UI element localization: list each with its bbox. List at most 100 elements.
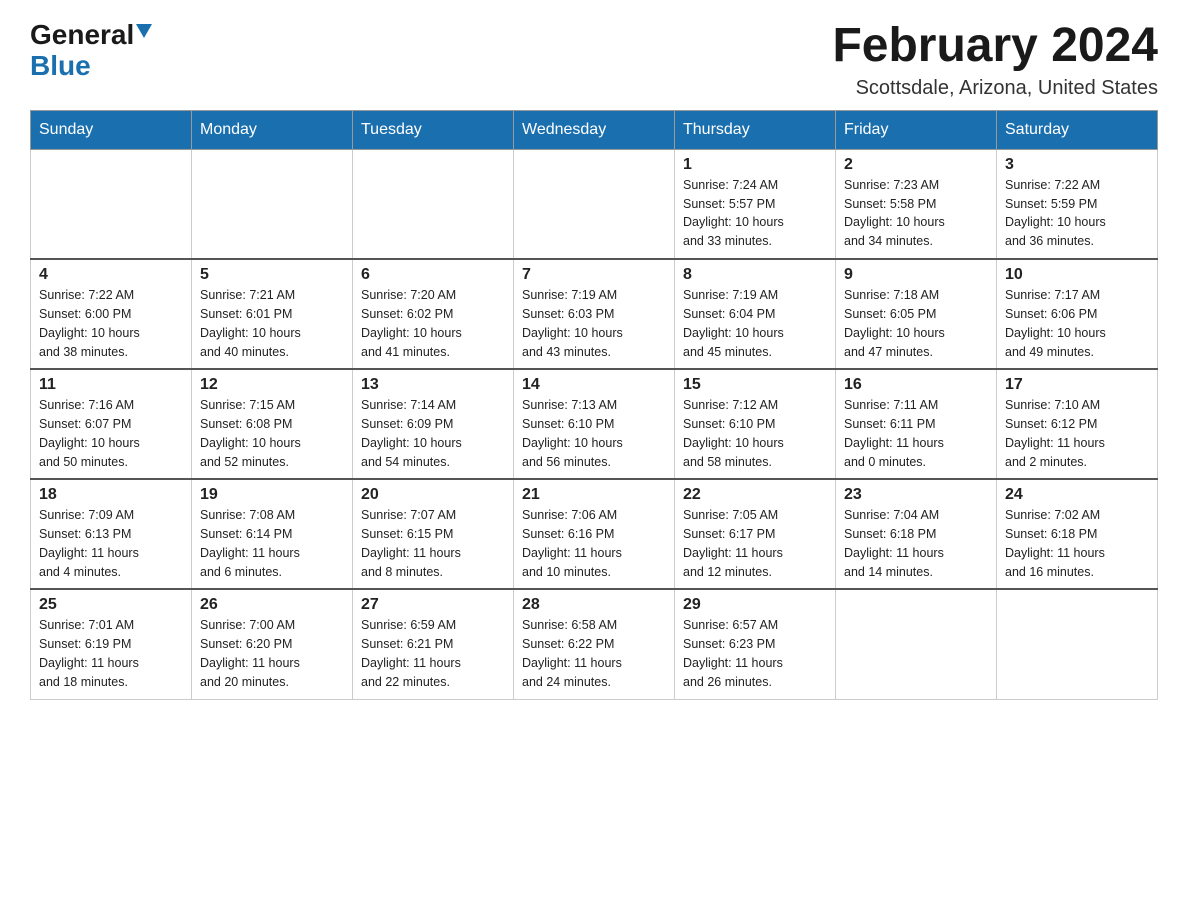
calendar-cell: [353, 149, 514, 259]
day-info: Sunrise: 7:21 AMSunset: 6:01 PMDaylight:…: [200, 286, 344, 361]
day-info: Sunrise: 7:16 AMSunset: 6:07 PMDaylight:…: [39, 396, 183, 471]
day-info: Sunrise: 7:13 AMSunset: 6:10 PMDaylight:…: [522, 396, 666, 471]
day-number: 7: [522, 266, 666, 284]
logo: General Blue: [30, 20, 152, 82]
day-info: Sunrise: 7:22 AMSunset: 5:59 PMDaylight:…: [1005, 176, 1149, 251]
day-number: 18: [39, 486, 183, 504]
calendar-cell: [997, 589, 1158, 699]
logo-general-text: General: [30, 20, 134, 51]
calendar-cell: 14 Sunrise: 7:13 AMSunset: 6:10 PMDayligh…: [514, 369, 675, 479]
day-info: Sunrise: 7:23 AMSunset: 5:58 PMDaylight:…: [844, 176, 988, 251]
weekday-header-monday: Monday: [192, 110, 353, 149]
day-number: 27: [361, 596, 505, 614]
day-number: 6: [361, 266, 505, 284]
day-number: 10: [1005, 266, 1149, 284]
day-info: Sunrise: 7:24 AMSunset: 5:57 PMDaylight:…: [683, 176, 827, 251]
day-number: 14: [522, 376, 666, 394]
day-info: Sunrise: 7:02 AMSunset: 6:18 PMDaylight:…: [1005, 506, 1149, 581]
day-info: Sunrise: 7:05 AMSunset: 6:17 PMDaylight:…: [683, 506, 827, 581]
day-info: Sunrise: 6:57 AMSunset: 6:23 PMDaylight:…: [683, 616, 827, 691]
day-number: 1: [683, 156, 827, 174]
page-header: General Blue February 2024 Scottsdale, A…: [30, 20, 1158, 100]
calendar-cell: [514, 149, 675, 259]
weekday-header-wednesday: Wednesday: [514, 110, 675, 149]
day-number: 11: [39, 376, 183, 394]
calendar-cell: 29Sunrise: 6:57 AMSunset: 6:23 PMDayligh…: [675, 589, 836, 699]
calendar-cell: 2 Sunrise: 7:23 AMSunset: 5:58 PMDaylight…: [836, 149, 997, 259]
calendar-cell: 13 Sunrise: 7:14 AMSunset: 6:09 PMDayligh…: [353, 369, 514, 479]
location-text: Scottsdale, Arizona, United States: [832, 77, 1158, 100]
weekday-header-saturday: Saturday: [997, 110, 1158, 149]
calendar-cell: 25 Sunrise: 7:01 AMSunset: 6:19 PMDayligh…: [31, 589, 192, 699]
calendar-header-row: SundayMondayTuesdayWednesdayThursdayFrid…: [31, 110, 1158, 149]
calendar-week-row: 25 Sunrise: 7:01 AMSunset: 6:19 PMDayligh…: [31, 589, 1158, 699]
calendar-cell: 10 Sunrise: 7:17 AMSunset: 6:06 PMDayligh…: [997, 259, 1158, 369]
calendar-week-row: 1 Sunrise: 7:24 AMSunset: 5:57 PMDaylight…: [31, 149, 1158, 259]
day-number: 3: [1005, 156, 1149, 174]
day-info: Sunrise: 7:01 AMSunset: 6:19 PMDaylight:…: [39, 616, 183, 691]
calendar-cell: 23 Sunrise: 7:04 AMSunset: 6:18 PMDayligh…: [836, 479, 997, 589]
day-info: Sunrise: 7:00 AMSunset: 6:20 PMDaylight:…: [200, 616, 344, 691]
calendar-cell: 24 Sunrise: 7:02 AMSunset: 6:18 PMDayligh…: [997, 479, 1158, 589]
day-info: Sunrise: 7:15 AMSunset: 6:08 PMDaylight:…: [200, 396, 344, 471]
day-info: Sunrise: 7:18 AMSunset: 6:05 PMDaylight:…: [844, 286, 988, 361]
day-number: 28: [522, 596, 666, 614]
logo-triangle-icon: [136, 24, 152, 38]
day-number: 5: [200, 266, 344, 284]
day-info: Sunrise: 7:14 AMSunset: 6:09 PMDaylight:…: [361, 396, 505, 471]
calendar-cell: 15 Sunrise: 7:12 AMSunset: 6:10 PMDayligh…: [675, 369, 836, 479]
calendar-week-row: 4 Sunrise: 7:22 AMSunset: 6:00 PMDaylight…: [31, 259, 1158, 369]
month-title: February 2024: [832, 20, 1158, 73]
weekday-header-tuesday: Tuesday: [353, 110, 514, 149]
day-number: 23: [844, 486, 988, 504]
day-info: Sunrise: 7:10 AMSunset: 6:12 PMDaylight:…: [1005, 396, 1149, 471]
calendar-cell: 20Sunrise: 7:07 AMSunset: 6:15 PMDayligh…: [353, 479, 514, 589]
day-number: 2: [844, 156, 988, 174]
day-number: 15: [683, 376, 827, 394]
day-info: Sunrise: 7:19 AMSunset: 6:04 PMDaylight:…: [683, 286, 827, 361]
day-number: 4: [39, 266, 183, 284]
day-number: 9: [844, 266, 988, 284]
day-number: 12: [200, 376, 344, 394]
calendar-cell: 21Sunrise: 7:06 AMSunset: 6:16 PMDayligh…: [514, 479, 675, 589]
day-number: 8: [683, 266, 827, 284]
calendar-cell: 11 Sunrise: 7:16 AMSunset: 6:07 PMDayligh…: [31, 369, 192, 479]
calendar-week-row: 11 Sunrise: 7:16 AMSunset: 6:07 PMDayligh…: [31, 369, 1158, 479]
day-info: Sunrise: 6:59 AMSunset: 6:21 PMDaylight:…: [361, 616, 505, 691]
day-info: Sunrise: 7:22 AMSunset: 6:00 PMDaylight:…: [39, 286, 183, 361]
day-info: Sunrise: 7:17 AMSunset: 6:06 PMDaylight:…: [1005, 286, 1149, 361]
day-info: Sunrise: 7:12 AMSunset: 6:10 PMDaylight:…: [683, 396, 827, 471]
calendar-cell: 1 Sunrise: 7:24 AMSunset: 5:57 PMDaylight…: [675, 149, 836, 259]
weekday-header-friday: Friday: [836, 110, 997, 149]
calendar-cell: 9 Sunrise: 7:18 AMSunset: 6:05 PMDaylight…: [836, 259, 997, 369]
day-number: 19: [200, 486, 344, 504]
weekday-header-thursday: Thursday: [675, 110, 836, 149]
day-info: Sunrise: 7:20 AMSunset: 6:02 PMDaylight:…: [361, 286, 505, 361]
calendar-cell: 18 Sunrise: 7:09 AMSunset: 6:13 PMDayligh…: [31, 479, 192, 589]
day-info: Sunrise: 7:08 AMSunset: 6:14 PMDaylight:…: [200, 506, 344, 581]
day-number: 20: [361, 486, 505, 504]
calendar-cell: 16Sunrise: 7:11 AMSunset: 6:11 PMDayligh…: [836, 369, 997, 479]
calendar-cell: 17Sunrise: 7:10 AMSunset: 6:12 PMDayligh…: [997, 369, 1158, 479]
day-info: Sunrise: 6:58 AMSunset: 6:22 PMDaylight:…: [522, 616, 666, 691]
weekday-header-sunday: Sunday: [31, 110, 192, 149]
calendar-cell: 27 Sunrise: 6:59 AMSunset: 6:21 PMDayligh…: [353, 589, 514, 699]
title-area: February 2024 Scottsdale, Arizona, Unite…: [832, 20, 1158, 100]
calendar-cell: 19 Sunrise: 7:08 AMSunset: 6:14 PMDayligh…: [192, 479, 353, 589]
calendar-cell: 4 Sunrise: 7:22 AMSunset: 6:00 PMDaylight…: [31, 259, 192, 369]
calendar-cell: 12 Sunrise: 7:15 AMSunset: 6:08 PMDayligh…: [192, 369, 353, 479]
logo-blue-text: Blue: [30, 50, 91, 81]
calendar-cell: 6 Sunrise: 7:20 AMSunset: 6:02 PMDaylight…: [353, 259, 514, 369]
day-number: 13: [361, 376, 505, 394]
day-number: 22: [683, 486, 827, 504]
day-info: Sunrise: 7:11 AMSunset: 6:11 PMDaylight:…: [844, 396, 988, 471]
day-info: Sunrise: 7:09 AMSunset: 6:13 PMDaylight:…: [39, 506, 183, 581]
day-number: 26: [200, 596, 344, 614]
day-info: Sunrise: 7:04 AMSunset: 6:18 PMDaylight:…: [844, 506, 988, 581]
day-number: 25: [39, 596, 183, 614]
calendar-cell: 8 Sunrise: 7:19 AMSunset: 6:04 PMDaylight…: [675, 259, 836, 369]
calendar-cell: 28 Sunrise: 6:58 AMSunset: 6:22 PMDayligh…: [514, 589, 675, 699]
calendar-cell: 5 Sunrise: 7:21 AMSunset: 6:01 PMDaylight…: [192, 259, 353, 369]
calendar-cell: [31, 149, 192, 259]
day-number: 24: [1005, 486, 1149, 504]
